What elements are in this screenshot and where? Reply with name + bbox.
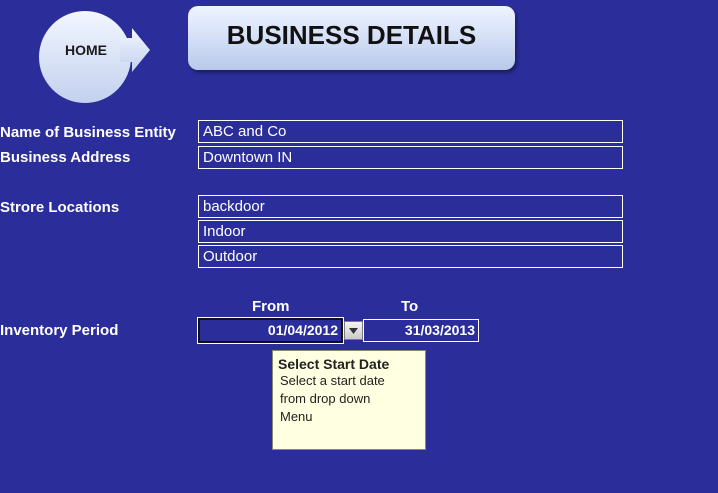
start-date-field[interactable]: 01/04/2012: [197, 317, 344, 344]
tooltip-line: from drop down: [280, 391, 371, 406]
business-name-field[interactable]: ABC and Co: [198, 120, 623, 143]
business-name-label: Name of Business Entity: [0, 124, 176, 141]
store-location-field-1[interactable]: backdoor: [198, 195, 623, 218]
page-title-banner: BUSINESS DETAILS: [188, 6, 515, 70]
business-address-label: Business Address: [0, 149, 131, 166]
store-locations-label: Strore Locations: [0, 199, 120, 216]
input-tooltip: Select Start Date Select a start date fr…: [272, 350, 426, 450]
tooltip-title: Select Start Date: [278, 356, 390, 372]
home-button[interactable]: HOME: [34, 10, 152, 104]
end-date-field[interactable]: 31/03/2013: [363, 319, 479, 342]
start-date-dropdown-button[interactable]: [344, 321, 363, 340]
to-column-header: To: [401, 298, 419, 315]
inventory-period-label: Inventory Period: [0, 322, 119, 339]
chevron-down-icon: [349, 327, 358, 334]
home-label: HOME: [65, 42, 107, 58]
store-location-field-2[interactable]: Indoor: [198, 220, 623, 243]
store-location-field-3[interactable]: Outdoor: [198, 245, 623, 268]
business-address-field[interactable]: Downtown IN: [198, 146, 623, 169]
tooltip-line: Select a start date: [280, 373, 385, 388]
page-title: BUSINESS DETAILS: [226, 19, 477, 50]
from-column-header: From: [252, 298, 290, 315]
tooltip-line: Menu: [280, 409, 313, 424]
